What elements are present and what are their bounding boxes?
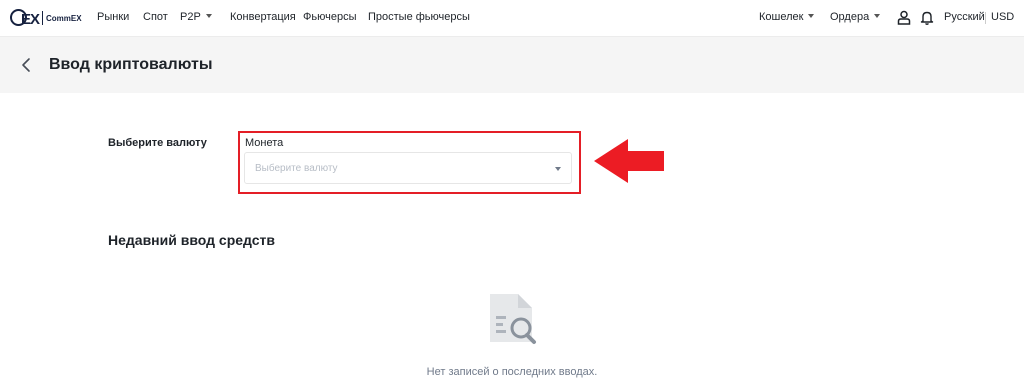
page-header: Ввод криптовалюты xyxy=(0,37,1024,93)
nav-futures[interactable]: Фьючерсы xyxy=(303,11,356,23)
nav-p2p-label: P2P xyxy=(180,11,201,23)
bell-icon[interactable] xyxy=(920,10,934,25)
nav-orders-label: Ордера xyxy=(830,11,870,23)
nav-p2p[interactable]: P2P xyxy=(180,11,212,23)
coin-select[interactable]: Выберите валюту xyxy=(244,152,572,184)
nav-convert[interactable]: Конвертация xyxy=(230,11,296,23)
currency-selector[interactable]: USD xyxy=(991,11,1014,23)
logo-mark-icon: EX xyxy=(10,8,40,28)
empty-state-text: Нет записей о последних вводах. xyxy=(426,366,598,378)
language-selector[interactable]: Русский xyxy=(944,11,985,23)
nav-spot[interactable]: Спот xyxy=(143,11,168,23)
nav-wallet-label: Кошелек xyxy=(759,11,804,23)
nav-markets[interactable]: Рынки xyxy=(97,11,129,23)
nav-simple-futures[interactable]: Простые фьючерсы xyxy=(368,11,470,23)
chevron-down-icon xyxy=(555,167,561,171)
select-currency-label: Выберите валюту xyxy=(108,137,207,149)
chevron-down-icon xyxy=(808,14,815,18)
user-icon[interactable] xyxy=(897,10,911,25)
empty-records-icon xyxy=(490,294,536,344)
logo[interactable]: EX CommEX xyxy=(10,8,82,28)
logo-divider xyxy=(42,11,44,25)
coin-select-placeholder: Выберите валюту xyxy=(255,163,338,174)
annotation-arrow xyxy=(594,139,664,183)
top-navigation: EX CommEX Рынки Спот P2P Конвертация Фью… xyxy=(0,0,1024,37)
coin-label: Монета xyxy=(245,137,284,149)
logo-text: CommEX xyxy=(46,13,82,23)
recent-deposits-title: Недавний ввод средств xyxy=(108,232,275,248)
divider xyxy=(985,12,986,24)
page-title: Ввод криптовалюты xyxy=(49,56,213,73)
chevron-down-icon xyxy=(874,14,881,18)
nav-orders[interactable]: Ордера xyxy=(830,11,881,23)
back-arrow-icon[interactable] xyxy=(18,57,34,73)
nav-wallet[interactable]: Кошелек xyxy=(759,11,815,23)
chevron-down-icon xyxy=(205,14,212,18)
